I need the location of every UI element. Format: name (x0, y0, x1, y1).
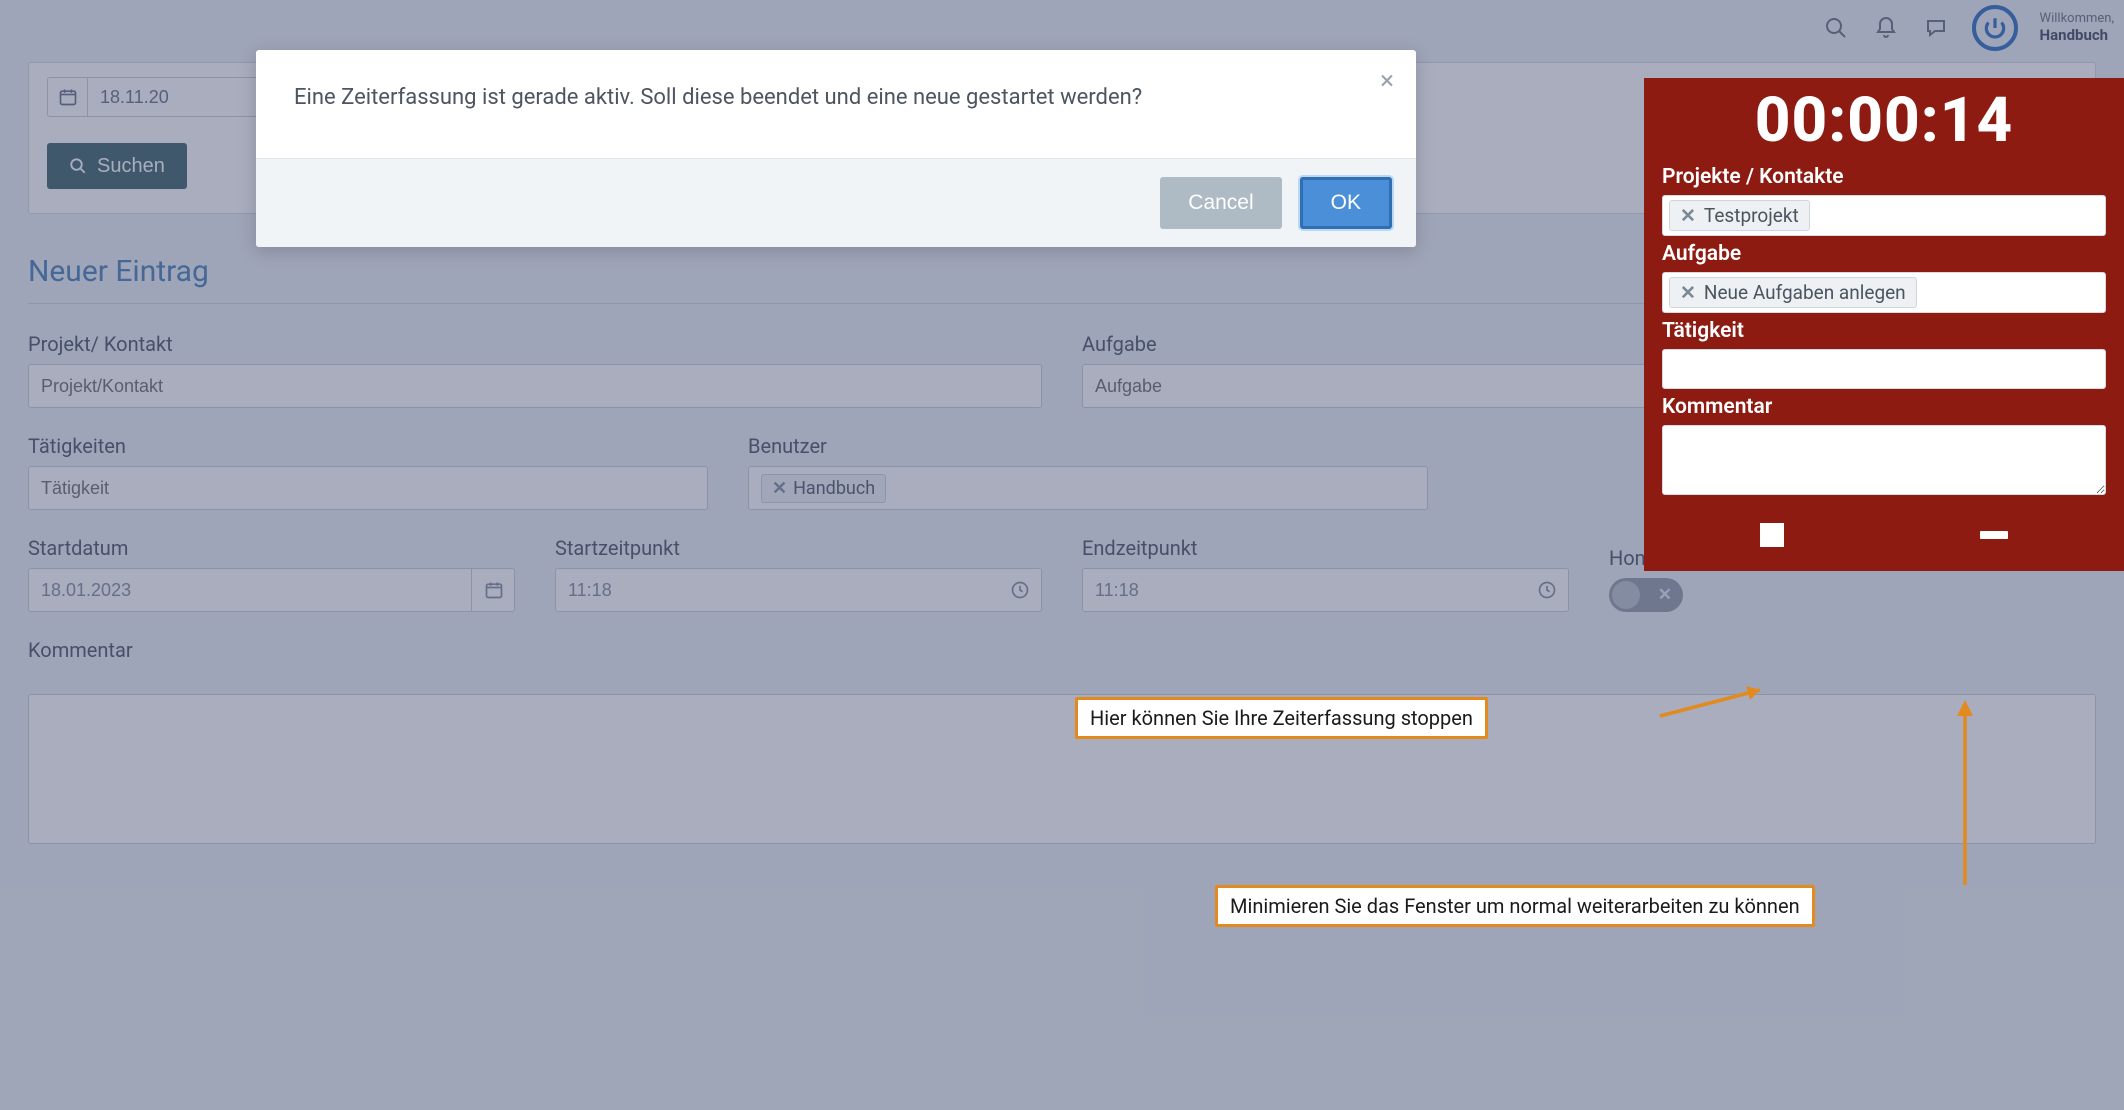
timer-panel: 00:00:14 Projekte / Kontakte ✕ Testproje… (1644, 78, 2124, 571)
timer-taetigkeit-label: Tätigkeit (1662, 319, 2106, 343)
timer-aufgabe-label: Aufgabe (1662, 242, 2106, 266)
close-icon[interactable]: × (1380, 68, 1394, 94)
confirm-modal: × Eine Zeiterfassung ist gerade aktiv. S… (256, 50, 1416, 247)
timer-aufgabe-input[interactable]: ✕ Neue Aufgaben anlegen (1662, 272, 2106, 313)
timer-kommentar-label: Kommentar (1662, 395, 2106, 419)
annotation-stop-hint: Hier können Sie Ihre Zeiterfassung stopp… (1075, 697, 1488, 739)
timer-aufgabe-tag[interactable]: ✕ Neue Aufgaben anlegen (1669, 277, 1917, 308)
timer-projekt-tag-label: Testprojekt (1704, 204, 1799, 227)
remove-icon[interactable]: ✕ (1680, 204, 1696, 227)
timer-kommentar-textarea[interactable] (1662, 425, 2106, 495)
timer-projekte-input[interactable]: ✕ Testprojekt (1662, 195, 2106, 236)
timer-projekte-label: Projekte / Kontakte (1662, 165, 2106, 189)
ok-button[interactable]: OK (1300, 177, 1392, 229)
timer-projekt-tag[interactable]: ✕ Testprojekt (1669, 200, 1810, 231)
remove-icon[interactable]: ✕ (1680, 281, 1696, 304)
annotation-minimize-hint: Minimieren Sie das Fenster um normal wei… (1215, 885, 1815, 927)
timer-stop-button[interactable] (1760, 523, 1784, 547)
timer-aufgabe-tag-label: Neue Aufgaben anlegen (1704, 281, 1906, 304)
timer-taetigkeit-input[interactable] (1662, 349, 2106, 389)
cancel-button[interactable]: Cancel (1160, 177, 1281, 229)
timer-minimize-button[interactable] (1980, 531, 2008, 539)
timer-clock: 00:00:14 (1662, 78, 2106, 159)
modal-message: Eine Zeiterfassung ist gerade aktiv. Sol… (294, 82, 1254, 114)
